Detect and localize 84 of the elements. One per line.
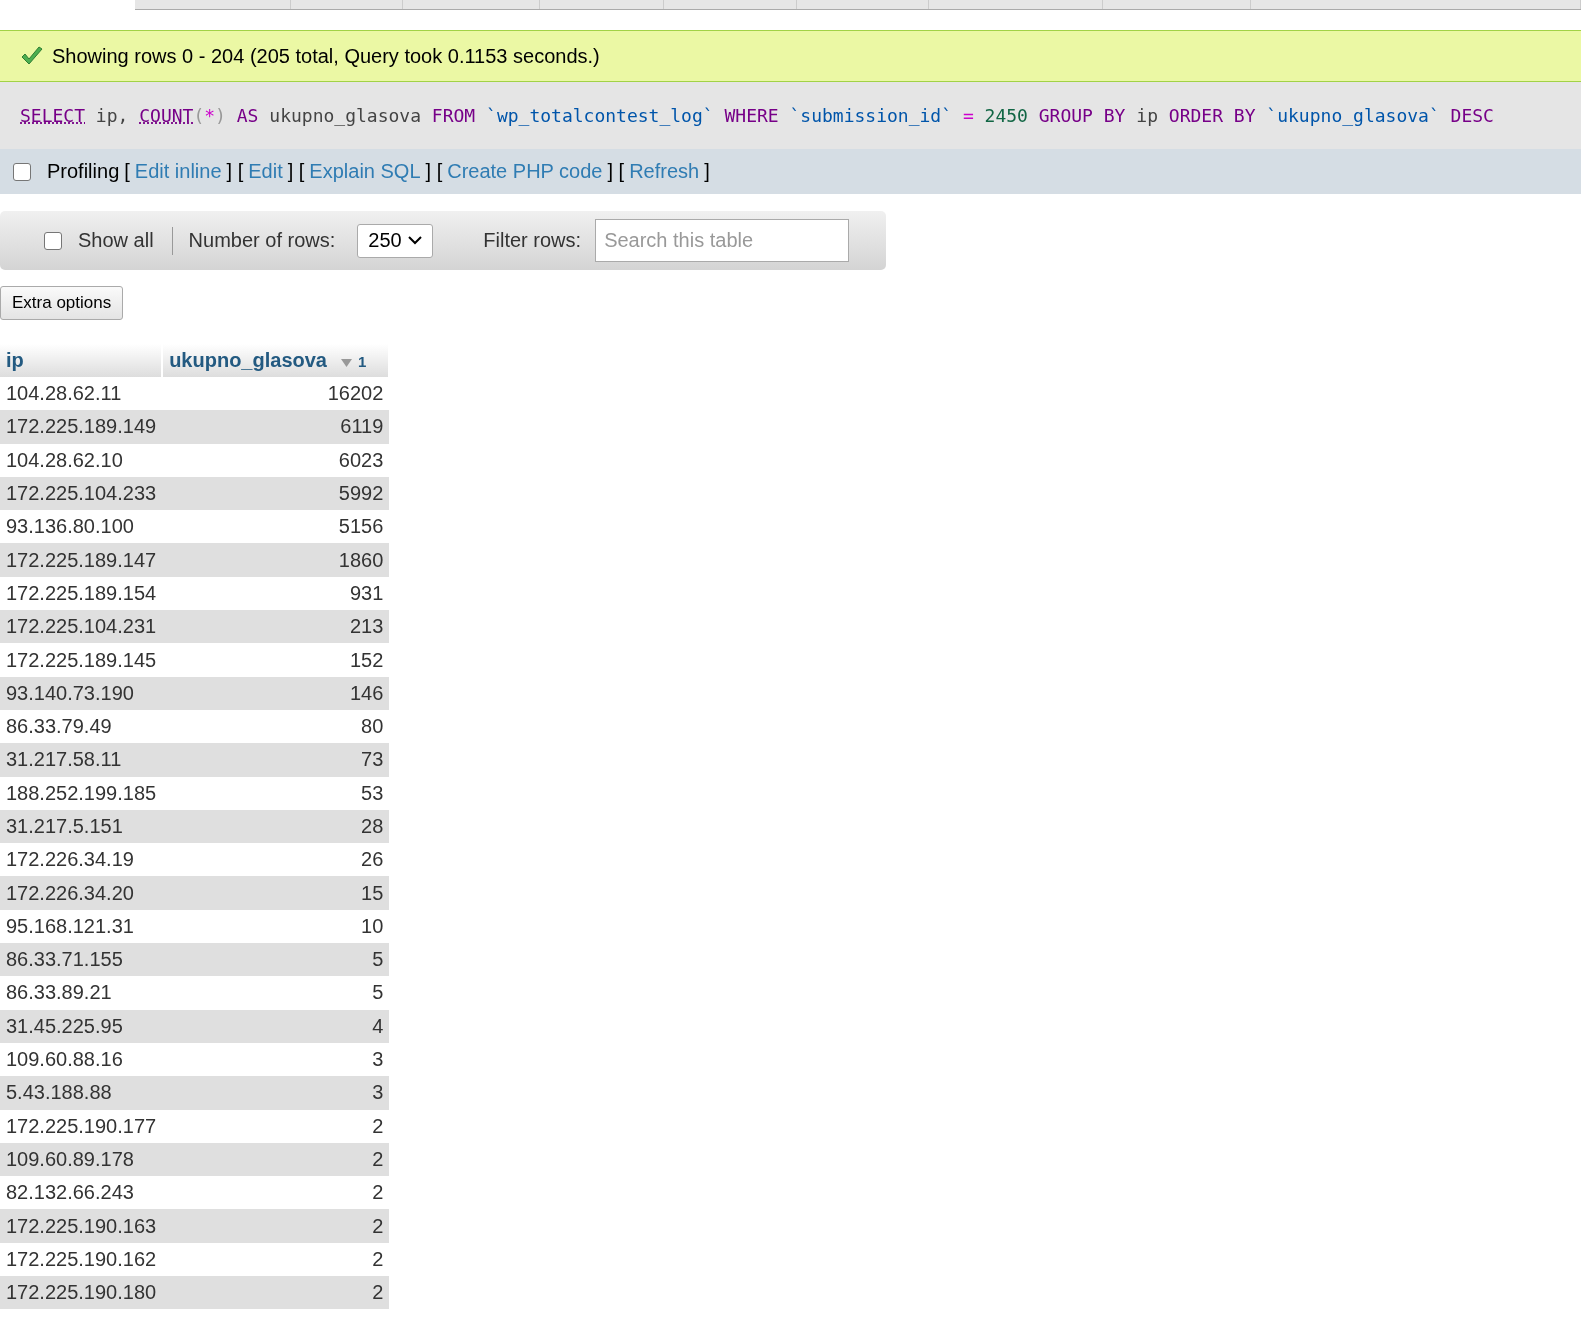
table-cell: 3 [162,1042,390,1077]
chevron-icon [408,236,423,245]
show-all-checkbox[interactable] [44,231,62,250]
table-cell: 172.225.190.180 [0,1276,163,1310]
table-cell: 28 [162,809,390,844]
table-cell: 172.225.190.163 [0,1209,163,1243]
table-cell: 86.33.71.155 [0,943,163,977]
action-link[interactable]: Edit inline [134,160,222,183]
table-cell: 172.225.189.149 [0,410,163,444]
column-header-link[interactable]: ip [6,349,24,371]
table-cell: 31.45.225.95 [0,1009,163,1043]
rows-label: Number of rows: [188,229,336,252]
table-cell: 4 [162,1009,390,1043]
table-cell: 16202 [162,377,390,411]
table-cell: 172.226.34.20 [0,876,163,910]
table-cell: 95.168.121.31 [0,909,163,944]
sort-index: 1 [357,353,367,370]
table-cell: 86.33.89.21 [0,976,163,1010]
table-cell: 5156 [162,510,390,544]
table-cell: 3 [162,1076,390,1110]
table-cell: 109.60.88.16 [0,1042,163,1077]
table-cell: 172.226.34.19 [0,843,163,877]
bracket: ] [ [425,160,443,183]
table-cell: 152 [162,643,390,677]
table-cell: 104.28.62.11 [0,377,163,411]
table-cell: 31.217.5.151 [0,809,163,844]
table-cell: 2 [162,1109,390,1143]
table-cell: 104.28.62.10 [0,443,163,477]
profiling-label: Profiling [47,160,120,183]
profiling-checkbox[interactable] [13,162,31,181]
table-cell: 213 [162,610,390,644]
sql-query: SELECT ip, COUNT(*) AS ukupno_glasova FROM `wp_totalcontest_log` WHERE `submission_id` = 2450 GROUP BY ip ORDER BY `ukupno_glasova` DESC [19,104,1495,128]
table-cell: 80 [162,709,390,744]
table-cell: 931 [162,576,390,611]
table-cell: 73 [162,743,390,777]
table-cell: 31.217.58.11 [0,743,163,777]
column-header-link[interactable]: ukupno_glasova [169,349,327,371]
table-cell: 6023 [162,443,390,477]
table-cell: 26 [162,843,390,877]
table-cell: 146 [162,676,390,710]
action-link[interactable]: Explain SQL [309,160,421,183]
table-cell: 5 [162,943,390,977]
search-field[interactable]: Search this table [595,219,850,262]
extra-options-button[interactable]: Extra options [0,286,124,320]
bracket: ] [ [607,160,625,183]
table-cell: 2 [162,1209,390,1243]
show-all-label: Show all [78,229,154,252]
filter-label: Filter rows: [483,229,582,252]
table-cell: 172.225.189.147 [0,543,163,577]
table-cell: 5992 [162,476,390,511]
message-text: Showing rows 0 - 204 (205 total, Query took 0.1153 seconds.) [52,44,600,68]
table-cell: 2 [162,1176,390,1210]
table-cell: 86.33.79.49 [0,709,163,744]
table-cell: 5 [162,976,390,1010]
table-cell: 93.140.73.190 [0,676,163,710]
table-cell: 1860 [162,543,390,577]
table-cell: 172.225.189.145 [0,643,163,677]
action-link[interactable]: Create PHP code [447,160,603,183]
table-cell: 93.136.80.100 [0,510,163,544]
table-cell: 109.60.89.178 [0,1142,163,1177]
bracket: ] [ [287,160,305,183]
table-cell: 172.225.189.154 [0,576,163,611]
bracket: ] [704,160,710,183]
table-cell: 172.225.190.162 [0,1242,163,1276]
table-cell: 10 [162,909,390,944]
table-cell: 2 [162,1276,390,1310]
table-cell: 172.225.104.231 [0,610,163,644]
table-cell: 172.225.104.233 [0,476,163,511]
bracket: [ [124,160,130,183]
table-cell: 2 [162,1242,390,1276]
table-cell: 5.43.188.88 [0,1076,163,1110]
sort-descending-icon[interactable] [340,359,352,367]
action-link[interactable]: Refresh [629,160,700,183]
rows-dropdown[interactable]: 250 [357,223,434,258]
table-cell: 15 [162,876,390,910]
table-cell: 6119 [162,410,390,444]
table-cell: 172.225.190.177 [0,1109,163,1143]
table-cell: 53 [162,776,390,810]
table-cell: 188.252.199.185 [0,776,163,810]
check-icon [20,46,44,66]
table-cell: 82.132.66.243 [0,1176,163,1210]
bracket: ] [ [226,160,244,183]
table-cell: 2 [162,1142,390,1177]
action-link[interactable]: Edit [248,160,283,183]
